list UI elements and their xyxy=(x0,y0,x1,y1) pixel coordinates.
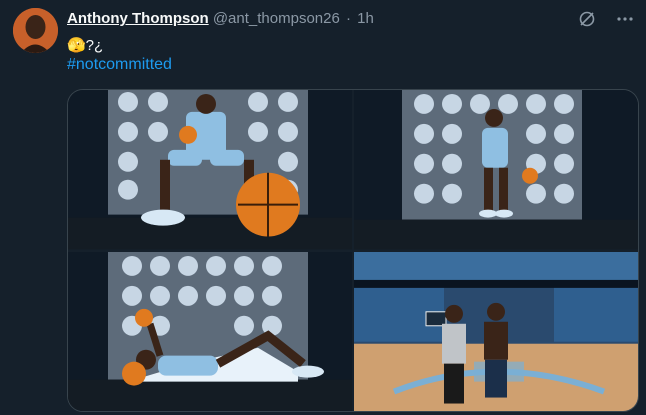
photo-1[interactable] xyxy=(68,90,352,250)
author-avatar[interactable] xyxy=(13,8,58,53)
more-icon[interactable] xyxy=(616,10,634,33)
tweet-header: Anthony Thompson @ant_thompson26 · 1h xyxy=(67,10,634,30)
photo-4[interactable] xyxy=(354,251,638,411)
photo-3[interactable] xyxy=(68,251,352,411)
hashtag-link[interactable]: #notcommitted xyxy=(67,56,172,74)
grok-icon[interactable] xyxy=(578,10,596,33)
tweet-timestamp[interactable]: 1h xyxy=(357,10,374,27)
author-name[interactable]: Anthony Thompson xyxy=(67,10,209,27)
separator-dot: · xyxy=(345,10,351,27)
photo-2[interactable] xyxy=(354,90,638,250)
media-grid xyxy=(67,89,639,412)
author-handle[interactable]: @ant_thompson26 xyxy=(213,10,340,27)
tweet-text: 🫣?¿ xyxy=(67,37,104,54)
